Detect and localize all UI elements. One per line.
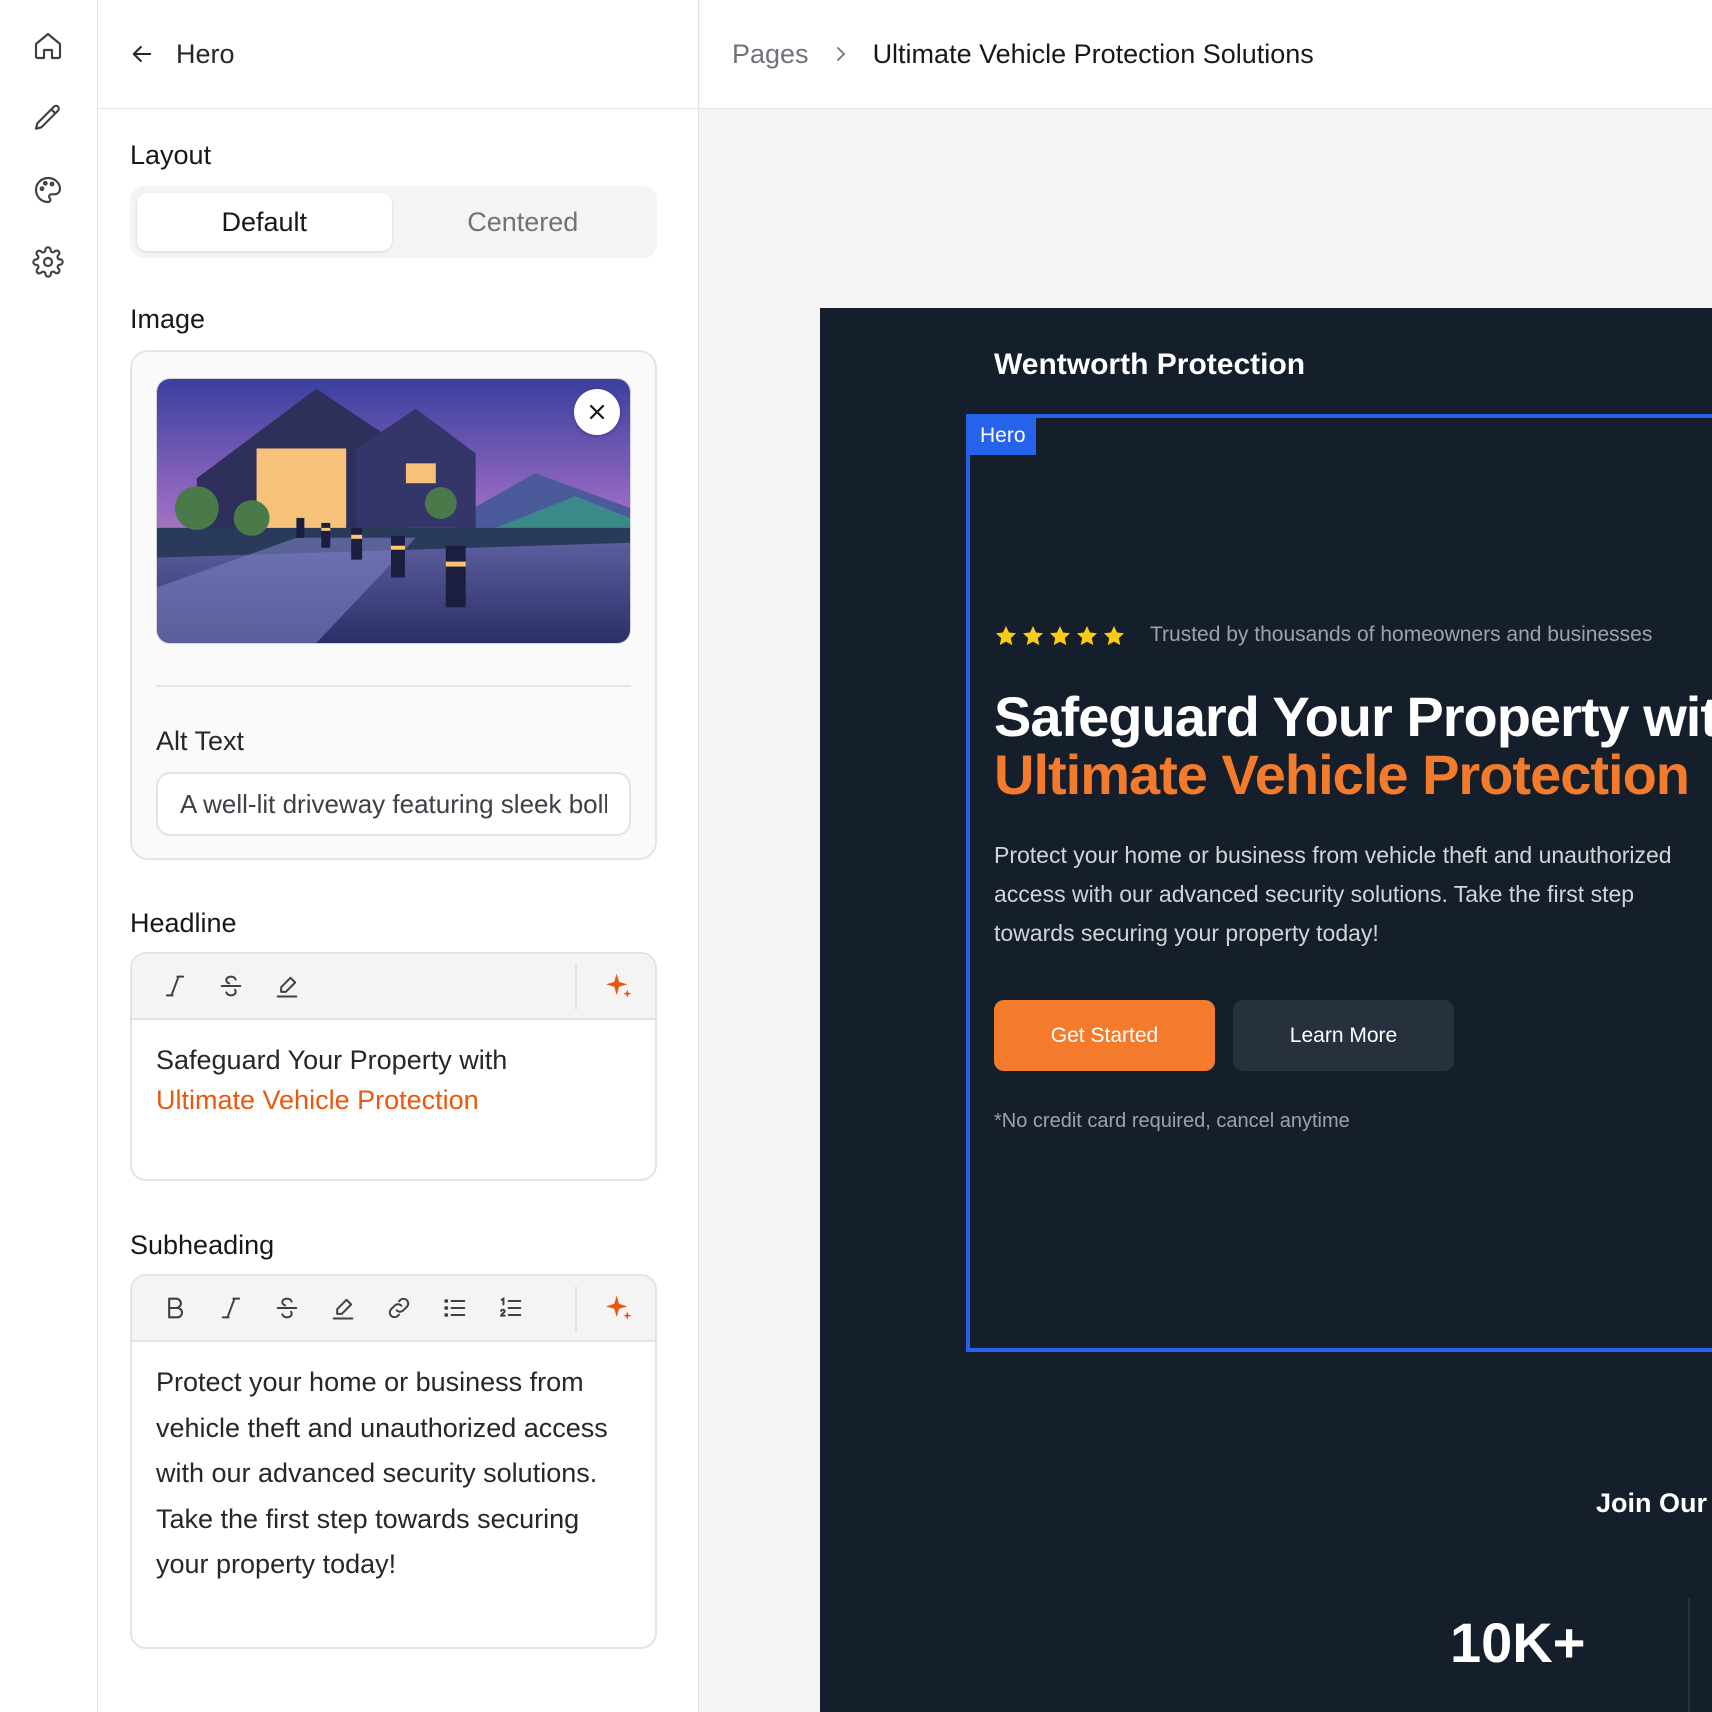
no-credit-card-note: *No credit card required, cancel anytime: [994, 1110, 1350, 1132]
alt-text-input[interactable]: [156, 772, 631, 836]
strikethrough-icon[interactable]: [210, 965, 252, 1007]
layout-segmented-control: Default Centered: [130, 186, 657, 258]
hero-headline: Safeguard Your Property with Ultimate Ve…: [994, 688, 1712, 804]
subheading-editor: Protect your home or business from vehic…: [130, 1274, 657, 1649]
layout-label: Layout: [130, 140, 212, 170]
subheading-toolbar: [132, 1276, 655, 1342]
bullet-list-icon[interactable]: [434, 1287, 476, 1329]
close-icon: [589, 404, 605, 420]
home-icon[interactable]: [26, 24, 70, 68]
highlighter-icon[interactable]: [266, 965, 308, 1007]
pencil-icon[interactable]: [26, 96, 70, 140]
numbered-list-icon[interactable]: [490, 1287, 532, 1329]
sparkle-icon[interactable]: [597, 966, 639, 1008]
hero-subheading: Protect your home or business from vehic…: [994, 842, 1672, 946]
headline-toolbar: [132, 954, 655, 1020]
remove-image-button[interactable]: [574, 389, 620, 435]
site-brand[interactable]: Wentworth Protection: [994, 348, 1305, 382]
breadcrumb-pages-link[interactable]: Pages: [732, 39, 809, 70]
breadcrumb-current-page: Ultimate Vehicle Protection Solutions: [872, 38, 1314, 69]
breadcrumb: Pages Ultimate Vehicle Protection Soluti…: [700, 0, 1712, 109]
learn-more-button[interactable]: Learn More: [1233, 1000, 1454, 1071]
star-icon: [996, 626, 1016, 646]
palette-icon[interactable]: [26, 168, 70, 212]
layout-option-centered[interactable]: Centered: [396, 193, 651, 251]
stat-value: 10K+: [1450, 1611, 1586, 1674]
editor-panel: Hero Layout Default Centered Image Alt T…: [98, 0, 699, 1712]
image-thumbnail[interactable]: [156, 378, 631, 644]
link-icon[interactable]: [378, 1287, 420, 1329]
subheading-label: Subheading: [130, 1230, 275, 1260]
image-card-divider: [156, 685, 631, 687]
alt-text-label: Alt Text: [156, 726, 245, 756]
rating-stars: [994, 624, 1126, 648]
star-icon: [1050, 626, 1070, 646]
get-started-button[interactable]: Get Started: [994, 1000, 1215, 1071]
star-icon: [1023, 626, 1043, 646]
toolbar-separator: [575, 964, 577, 1010]
headline-text-area[interactable]: Safeguard Your Property with Ultimate Ve…: [132, 1020, 655, 1140]
trusted-by-text: Trusted by thousands of homeowners and b…: [1150, 623, 1653, 646]
headline-line-1: Safeguard Your Property with: [156, 1045, 508, 1075]
headline-editor: Safeguard Your Property with Ultimate Ve…: [130, 952, 657, 1181]
back-arrow-icon[interactable]: [124, 36, 160, 72]
app-rail: [0, 0, 98, 1712]
hero-section-tag: Hero: [970, 418, 1036, 455]
image-card: Alt Text: [130, 350, 657, 860]
site-preview: Wentworth Protection Hero Trusted by tho…: [820, 308, 1712, 1712]
toolbar-separator: [575, 1286, 577, 1332]
star-icon: [1077, 626, 1097, 646]
join-heading: Join Our: [1596, 1488, 1708, 1518]
highlighter-icon[interactable]: [322, 1287, 364, 1329]
subheading-text-area[interactable]: Protect your home or business from vehic…: [132, 1342, 655, 1608]
star-icon: [1104, 626, 1124, 646]
panel-title: Hero: [176, 38, 235, 69]
hero-headline-line-2: Ultimate Vehicle Protection: [994, 743, 1690, 806]
strikethrough-icon[interactable]: [266, 1287, 308, 1329]
headline-label: Headline: [130, 908, 237, 938]
chevron-right-icon: [829, 42, 853, 66]
image-label: Image: [130, 304, 206, 334]
gear-icon[interactable]: [26, 240, 70, 284]
italic-icon[interactable]: [210, 1287, 252, 1329]
bold-icon[interactable]: [154, 1287, 196, 1329]
hero-headline-line-1: Safeguard Your Property with: [994, 685, 1712, 748]
panel-header: Hero: [98, 0, 698, 109]
italic-icon[interactable]: [154, 965, 196, 1007]
sparkle-icon[interactable]: [597, 1288, 639, 1330]
layout-option-default[interactable]: Default: [137, 193, 392, 251]
stat-divider: [1688, 1598, 1690, 1712]
headline-line-2: Ultimate Vehicle Protection: [156, 1085, 479, 1115]
